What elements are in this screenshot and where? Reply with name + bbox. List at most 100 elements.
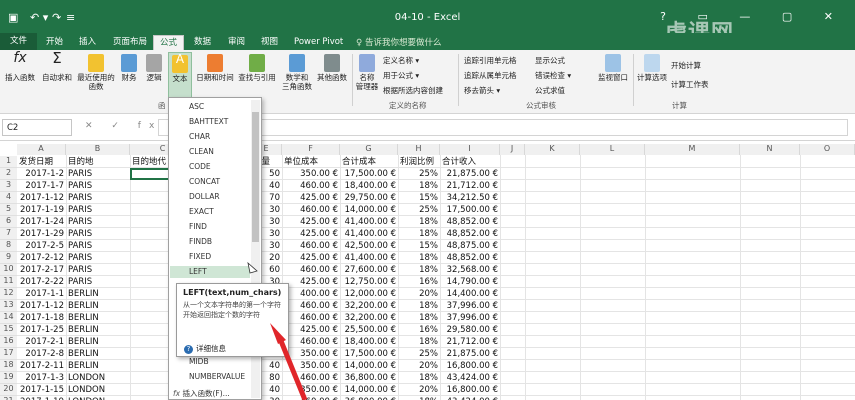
row-header[interactable]: 13 [0,300,17,312]
row-header[interactable]: 3 [0,180,17,192]
menu-item-asc[interactable]: ASC [189,102,204,111]
menu-item-numbervalue[interactable]: NUMBERVALUE [189,372,245,381]
row-header[interactable]: 8 [0,240,17,252]
row-header[interactable]: 9 [0,252,17,264]
column-header-g[interactable]: G [340,144,398,155]
menu-item-char[interactable]: CHAR [189,132,210,141]
menu-item-concat[interactable]: CONCAT [189,177,220,186]
value-cell: 18% [419,301,438,311]
row-header[interactable]: 15 [0,324,17,336]
error-checking-button[interactable]: 错误检查 ▾ [535,70,571,81]
recent-functions-button[interactable]: 最近使用的 函数 [76,54,116,91]
value-cell: 25,500.00 € [344,325,396,335]
tab-data[interactable]: 数据 [188,35,217,50]
column-header-k[interactable]: K [525,144,580,155]
menu-scroll-thumb[interactable] [252,112,259,242]
row-header[interactable]: 6 [0,216,17,228]
calculate-now-button[interactable]: 开始计算 [671,60,701,71]
row-header[interactable]: 7 [0,228,17,240]
value-cell: 21,875.00 € [446,169,498,179]
menu-item-findb[interactable]: FINDB [189,237,212,246]
define-name-button[interactable]: 定义名称 ▾ [383,55,419,66]
show-formulas-button[interactable]: 显示公式 [535,55,565,66]
tab-view[interactable]: 视图 [255,35,284,50]
row-header[interactable]: 16 [0,336,17,348]
value-cell: 18,400.00 € [344,181,396,191]
column-header-j[interactable]: J [500,144,525,155]
watch-window-button[interactable]: 监视窗口 [596,54,630,82]
datetime-button[interactable]: 日期和时间 [195,54,235,82]
tab-home[interactable]: 开始 [40,35,69,50]
name-box[interactable]: C2 [2,119,72,136]
column-header-l[interactable]: L [580,144,645,155]
tab-review[interactable]: 审阅 [222,35,251,50]
row-header[interactable]: 19 [0,372,17,384]
menu-item-midb[interactable]: MIDB [189,357,209,366]
column-header-a[interactable]: A [17,144,66,155]
row-header[interactable]: 21 [0,396,17,400]
remove-arrows-button[interactable]: 移去箭头 ▾ [464,85,500,96]
row-header[interactable]: 10 [0,264,17,276]
other-functions-button[interactable]: 其他函数 [315,54,349,82]
menu-item-clean[interactable]: CLEAN [189,147,214,156]
tell-me-search[interactable]: ♀ 告诉我你想要做什么 [356,36,441,48]
calculate-sheet-button[interactable]: 计算工作表 [671,79,709,90]
row-header[interactable]: 2 [0,168,17,180]
row-header[interactable]: 17 [0,348,17,360]
menu-item-left[interactable]: LEFT [189,267,207,276]
destination-cell: PARIS [68,169,93,179]
formula-bar-buttons[interactable]: ✕ ✓ fx [85,121,162,131]
row-header[interactable]: 5 [0,204,17,216]
row-header[interactable]: 12 [0,288,17,300]
autosum-button[interactable]: Σ 自动求和 [40,51,74,83]
name-manager-button[interactable]: 名称 管理器 [354,54,380,91]
tooltip-title: LEFT(text,num_chars) [183,288,282,297]
window-controls[interactable]: ? ▭ — ▢ ✕ [660,10,847,23]
menu-item-bahttext[interactable]: BAHTTEXT [189,117,228,126]
menu-item-fixed[interactable]: FIXED [189,252,211,261]
value-cell: 18% [419,229,438,239]
menu-item-exact[interactable]: EXACT [189,207,214,216]
row-header[interactable]: 20 [0,384,17,396]
text-functions-button[interactable]: A 文本 [168,52,192,98]
destination-cell: PARIS [68,265,93,275]
logical-button[interactable]: 逻辑 [143,54,165,82]
tab-page-layout[interactable]: 页面布局 [107,35,153,50]
tooltip-more-info-link[interactable]: ? 详细信息 [184,343,226,354]
evaluate-formula-button[interactable]: 公式求值 [535,85,565,96]
menu-item-dollar[interactable]: DOLLAR [189,192,220,201]
trace-dependents-button[interactable]: 追踪从属单元格 [464,70,517,81]
row-header[interactable]: 1 [0,156,17,168]
row-header[interactable]: 4 [0,192,17,204]
tab-power-pivot[interactable]: Power Pivot [288,35,349,50]
column-header-i[interactable]: I [440,144,500,155]
row-header[interactable]: 18 [0,360,17,372]
column-header-m[interactable]: M [645,144,740,155]
lookup-button[interactable]: 查找与引用 [237,54,277,82]
tab-formulas[interactable]: 公式 [153,35,185,50]
autosum-label: 自动求和 [42,73,72,82]
row-header[interactable]: 14 [0,312,17,324]
value-cell: 350.00 € [300,349,338,359]
tab-file[interactable]: 文件 [0,33,38,50]
math-button[interactable]: 数学和 三角函数 [281,54,313,91]
value-cell: 460.00 € [300,313,338,323]
trace-precedents-button[interactable]: 追踪引用单元格 [464,55,517,66]
column-header-b[interactable]: B [66,144,130,155]
column-header-h[interactable]: H [398,144,440,155]
menu-item-find[interactable]: FIND [189,222,207,231]
insert-function-button[interactable]: fx 插入函数 [3,51,37,82]
menu-insert-function[interactable]: fx 插入函数(F)... [173,388,230,399]
column-header-f[interactable]: F [282,144,340,155]
menu-item-code[interactable]: CODE [189,162,211,171]
logical-label: 逻辑 [146,73,162,82]
column-header-o[interactable]: O [800,144,855,155]
tab-insert[interactable]: 插入 [73,35,102,50]
financial-button[interactable]: 财务 [118,54,140,82]
create-from-selection-button[interactable]: 根据所选内容创建 [383,85,443,96]
use-in-formula-button[interactable]: 用于公式 ▾ [383,70,419,81]
column-header-n[interactable]: N [740,144,800,155]
calc-options-button[interactable]: 计算选项 [636,54,668,82]
worksheet-grid[interactable]: ABCDEFGHIJKLMNO1234567891011121314151617… [0,141,855,400]
row-header[interactable]: 11 [0,276,17,288]
